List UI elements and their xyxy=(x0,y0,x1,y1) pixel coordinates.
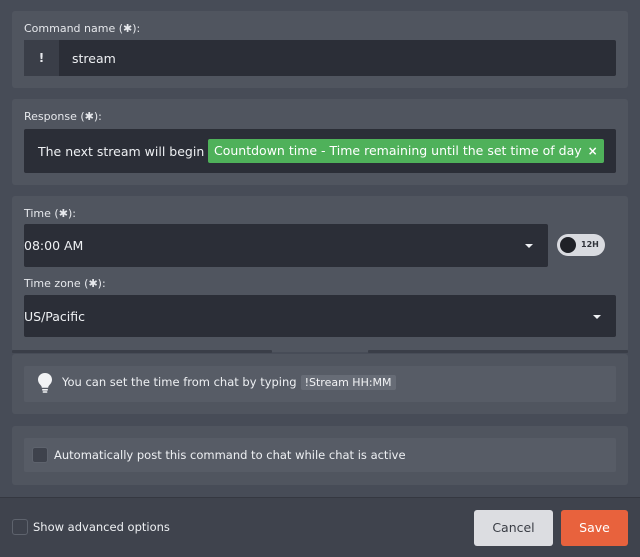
tip-text: You can set the time from chat by typing… xyxy=(62,375,396,390)
section-divider-left xyxy=(12,350,272,353)
command-prefix: ! xyxy=(24,40,59,76)
autopost-row[interactable]: Automatically post this command to chat … xyxy=(24,438,616,472)
chevron-down-icon xyxy=(525,244,533,248)
time-select[interactable]: 08:00 AM xyxy=(24,224,548,267)
dialog-footer: Show advanced options Cancel Save xyxy=(0,497,640,557)
timezone-value: US/Pacific xyxy=(24,309,86,324)
command-name-input[interactable]: stream xyxy=(72,51,116,66)
tip-command-code: !Stream HH:MM xyxy=(300,375,396,390)
advanced-options-label[interactable]: Show advanced options xyxy=(33,520,170,534)
section-divider-right xyxy=(368,350,628,353)
command-name-card: Command name (✱): ! stream xyxy=(12,11,628,88)
12h-toggle[interactable]: 12H xyxy=(557,234,605,256)
autopost-checkbox[interactable] xyxy=(32,447,48,463)
time-label: Time (✱): xyxy=(24,207,76,220)
autopost-label: Automatically post this command to chat … xyxy=(54,448,406,462)
response-label: Response (✱): xyxy=(24,110,102,123)
toggle-knob xyxy=(560,237,576,253)
command-name-field[interactable]: ! stream xyxy=(24,40,616,76)
countdown-variable-chip[interactable]: Countdown time - Time remaining until th… xyxy=(208,139,604,163)
save-button[interactable]: Save xyxy=(561,510,628,546)
response-field[interactable]: The next stream will begin in Countdown … xyxy=(24,129,616,173)
timezone-label: Time zone (✱): xyxy=(24,277,106,290)
response-text: The next stream will begin in xyxy=(38,144,220,159)
tip-card: You can set the time from chat by typing… xyxy=(12,354,628,414)
chevron-down-icon xyxy=(593,315,601,319)
response-card: Response (✱): The next stream will begin… xyxy=(12,99,628,185)
toggle-12h-label: 12H xyxy=(581,240,599,249)
chip-remove-icon[interactable]: × xyxy=(588,144,598,158)
autopost-card: Automatically post this command to chat … xyxy=(12,426,628,485)
time-value: 08:00 AM xyxy=(24,238,84,253)
lightbulb-icon xyxy=(38,373,52,393)
cancel-button[interactable]: Cancel xyxy=(474,510,553,546)
timezone-select[interactable]: US/Pacific xyxy=(24,295,616,337)
advanced-options-checkbox[interactable] xyxy=(12,519,28,535)
command-name-label: Command name (✱): xyxy=(24,22,141,35)
tip-box: You can set the time from chat by typing… xyxy=(24,366,616,402)
time-card: Time (✱): 08:00 AM 12H Time zone (✱): US… xyxy=(12,196,628,352)
